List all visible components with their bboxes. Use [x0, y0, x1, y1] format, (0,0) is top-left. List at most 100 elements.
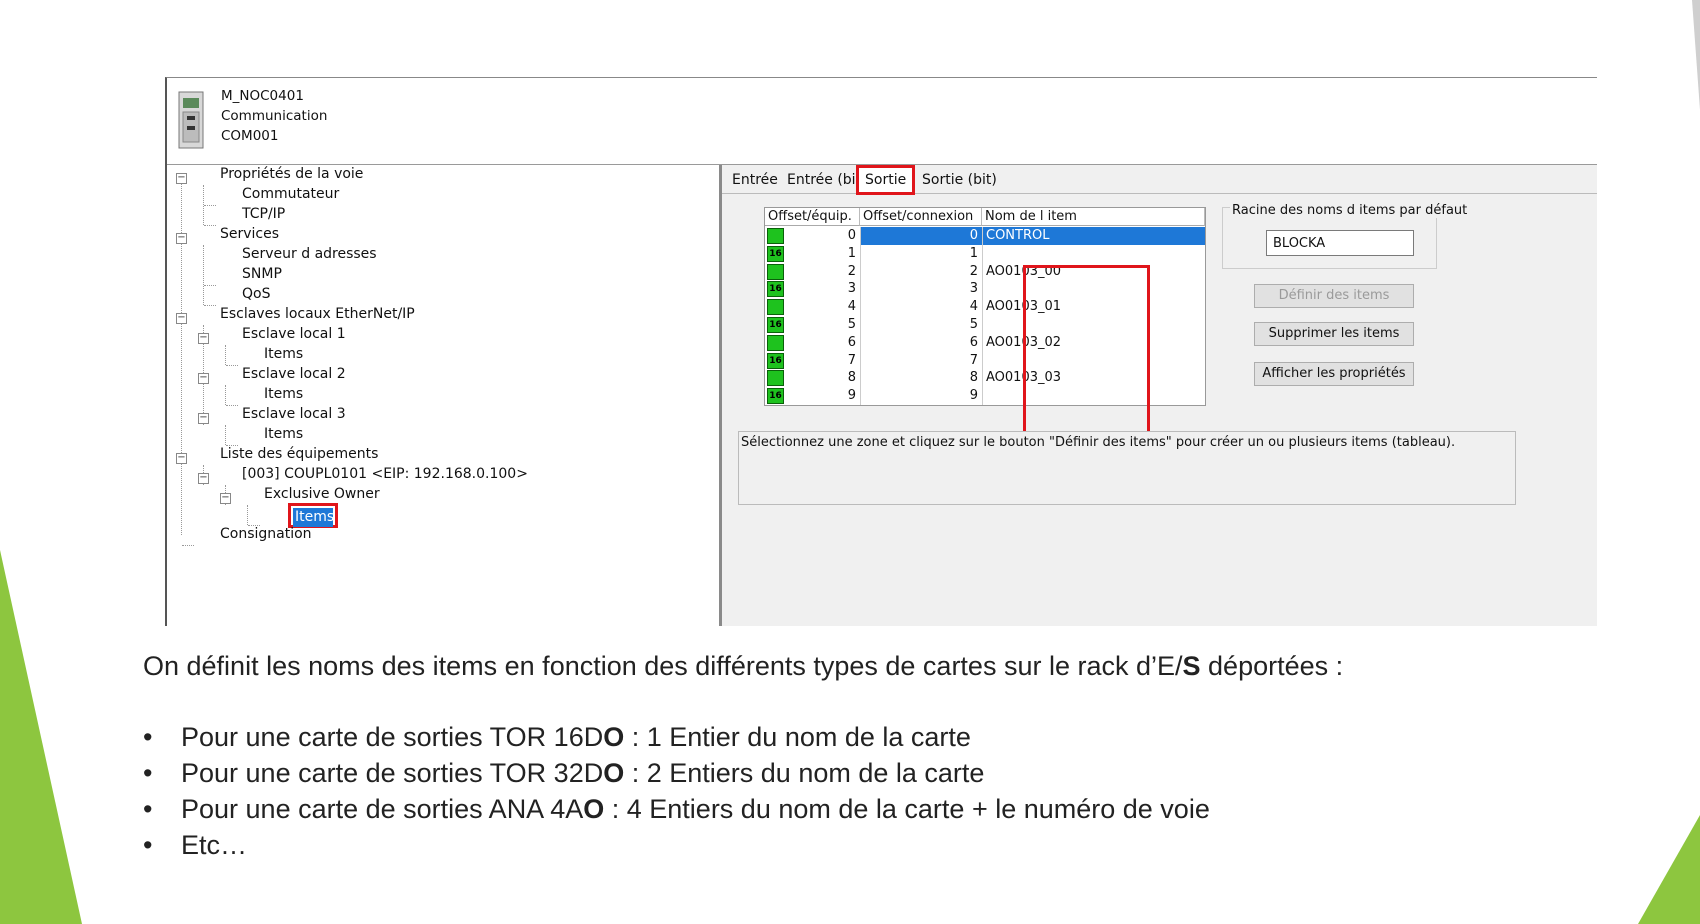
tree-item-items[interactable]: Items — [264, 346, 303, 362]
bullet-icon: • — [143, 830, 153, 860]
collapse-toggle-icon[interactable]: − — [176, 233, 187, 244]
module-icon — [178, 91, 204, 149]
bullet-icon: • — [143, 722, 153, 752]
tab-sortie-bit[interactable]: Sortie (bit) — [916, 169, 1003, 191]
tree-item-liste-equipements[interactable]: Liste des équipements — [220, 446, 378, 462]
offset-connexion-cell: 1 — [860, 244, 982, 263]
intro-end: déportées : — [1200, 651, 1344, 681]
items-grid[interactable]: Offset/équip. Offset/connexion Nom de l … — [764, 207, 1206, 445]
offset-equip-value: 9 — [847, 388, 856, 404]
offset-equip-cell: 0 — [765, 227, 860, 245]
item-name-highlight — [1023, 265, 1150, 445]
tree-item-esclaves-locaux[interactable]: Esclaves locaux EtherNet/IP — [220, 306, 415, 322]
status-badge: 16 — [767, 352, 784, 369]
offset-equip-value: 3 — [847, 281, 856, 297]
status-badge: 16 — [767, 388, 784, 405]
offset-connexion-cell: 8 — [860, 369, 982, 388]
collapse-toggle-icon[interactable]: − — [176, 313, 187, 324]
table-row[interactable]: 16 1 1 — [765, 244, 1205, 263]
bullet-text: Pour une carte de sorties ANA 4A — [181, 794, 584, 824]
tree-item-tcpip[interactable]: TCP/IP — [242, 206, 285, 222]
tree-item-exclusive-owner[interactable]: Exclusive Owner — [264, 486, 380, 502]
tree-item-qos[interactable]: QoS — [242, 286, 270, 302]
configuration-window: M_NOC0401 Communication COM001 − Proprié… — [165, 77, 1597, 626]
tree-item-esclave-local-1[interactable]: Esclave local 1 — [242, 326, 346, 342]
tree-item-serveur-adresses[interactable]: Serveur d adresses — [242, 246, 377, 262]
bullet-text: Etc… — [181, 830, 248, 860]
tree-item-services[interactable]: Services — [220, 226, 279, 242]
offset-connexion-cell: 0 — [860, 227, 982, 245]
collapse-toggle-icon[interactable]: − — [198, 413, 209, 424]
tab-sortie[interactable]: Sortie — [856, 165, 916, 195]
offset-equip-value: 0 — [847, 228, 856, 243]
status-badge — [767, 263, 784, 280]
bullet-text: Pour une carte de sorties TOR 16D — [181, 722, 604, 752]
tree-item-items[interactable]: Items — [264, 426, 303, 442]
offset-connexion-cell: 2 — [860, 262, 982, 281]
channel-tree: − Propriétés de la voie Commutateur TCP/… — [167, 165, 722, 626]
column-header-offset-equip[interactable]: Offset/équip. — [765, 208, 860, 226]
offset-equip-cell: 4 — [765, 298, 860, 316]
show-properties-button[interactable]: Afficher les propriétés — [1254, 362, 1414, 386]
offset-connexion-cell: 5 — [860, 316, 982, 334]
status-badge — [767, 228, 784, 244]
bullet-icon: • — [143, 794, 153, 824]
bullet-icon: • — [143, 758, 153, 788]
offset-equip-value: 1 — [847, 245, 856, 261]
collapse-toggle-icon[interactable]: − — [176, 453, 187, 464]
offset-equip-cell: 6 — [765, 334, 860, 352]
column-header-offset-connexion[interactable]: Offset/connexion — [860, 208, 982, 226]
slide-intro: On définit les noms des items en fonctio… — [143, 651, 1343, 682]
offset-equip-cell: 16 1 — [765, 245, 860, 263]
tree-item-proprietes-voie[interactable]: Propriétés de la voie — [220, 166, 363, 182]
items-panel: Entrée Entrée (bit) Sortie Sortie (bit) … — [722, 165, 1597, 626]
tree-item-items-selected[interactable]: Items — [288, 503, 338, 528]
collapse-toggle-icon[interactable]: − — [176, 173, 187, 184]
item-name-cell[interactable]: CONTROL — [982, 227, 1205, 245]
help-message: Sélectionnez une zone et cliquez sur le … — [738, 431, 1516, 505]
module-id: COM001 — [221, 128, 279, 144]
module-type: Communication — [221, 108, 328, 124]
module-name: M_NOC0401 — [221, 88, 304, 104]
delete-items-button[interactable]: Supprimer les items — [1254, 322, 1414, 346]
tree-item-items[interactable]: Items — [264, 386, 303, 402]
bullet-rest: : 4 Entiers du nom de la carte + le numé… — [604, 794, 1210, 824]
intro-bold: S — [1182, 651, 1201, 681]
offset-equip-cell: 2 — [765, 263, 860, 281]
define-items-button[interactable]: Définir des items — [1254, 284, 1414, 308]
bullet-bold: O — [583, 794, 605, 824]
tree-item-commutateur[interactable]: Commutateur — [242, 186, 339, 202]
offset-equip-value: 7 — [847, 352, 856, 368]
column-header-item-name[interactable]: Nom de l item — [982, 208, 1205, 226]
offset-connexion-cell: 7 — [860, 351, 982, 370]
collapse-toggle-icon[interactable]: − — [198, 333, 209, 344]
collapse-toggle-icon[interactable]: − — [198, 373, 209, 384]
offset-equip-cell: 16 3 — [765, 280, 860, 298]
root-name-label: Racine des noms d items par défaut — [1230, 203, 1470, 218]
offset-equip-value: 4 — [847, 299, 856, 315]
status-badge: 16 — [767, 281, 784, 298]
offset-equip-value: 6 — [847, 334, 856, 350]
tab-entree[interactable]: Entrée — [726, 169, 784, 191]
tree-item-esclave-local-2[interactable]: Esclave local 2 — [242, 366, 346, 382]
offset-equip-cell: 16 5 — [765, 316, 860, 334]
bullet-rest: : 2 Entiers du nom de la carte — [624, 758, 985, 788]
offset-connexion-cell: 6 — [860, 333, 982, 352]
tree-item-coupleur[interactable]: [003] COUPL0101 <EIP: 192.168.0.100> — [242, 466, 528, 482]
item-name-cell[interactable] — [982, 244, 1205, 263]
collapse-toggle-icon[interactable]: − — [198, 473, 209, 484]
bullet-text: Pour une carte de sorties TOR 32D — [181, 758, 604, 788]
table-row[interactable]: 0 0 CONTROL — [765, 227, 1205, 245]
bullet-bold: O — [603, 722, 625, 752]
tree-item-consignation[interactable]: Consignation — [220, 526, 312, 542]
tree-item-esclave-local-3[interactable]: Esclave local 3 — [242, 406, 346, 422]
offset-equip-value: 2 — [847, 263, 856, 279]
root-name-input[interactable]: BLOCKA — [1266, 230, 1414, 256]
bullet-bold: O — [603, 758, 625, 788]
intro-text: On définit les noms des items en fonctio… — [143, 651, 1183, 681]
offset-equip-cell: 8 — [765, 369, 860, 387]
collapse-toggle-icon[interactable]: − — [220, 493, 231, 504]
bullet-rest: : 1 Entier du nom de la carte — [624, 722, 971, 752]
offset-equip-cell: 16 7 — [765, 352, 860, 370]
tree-item-snmp[interactable]: SNMP — [242, 266, 282, 282]
